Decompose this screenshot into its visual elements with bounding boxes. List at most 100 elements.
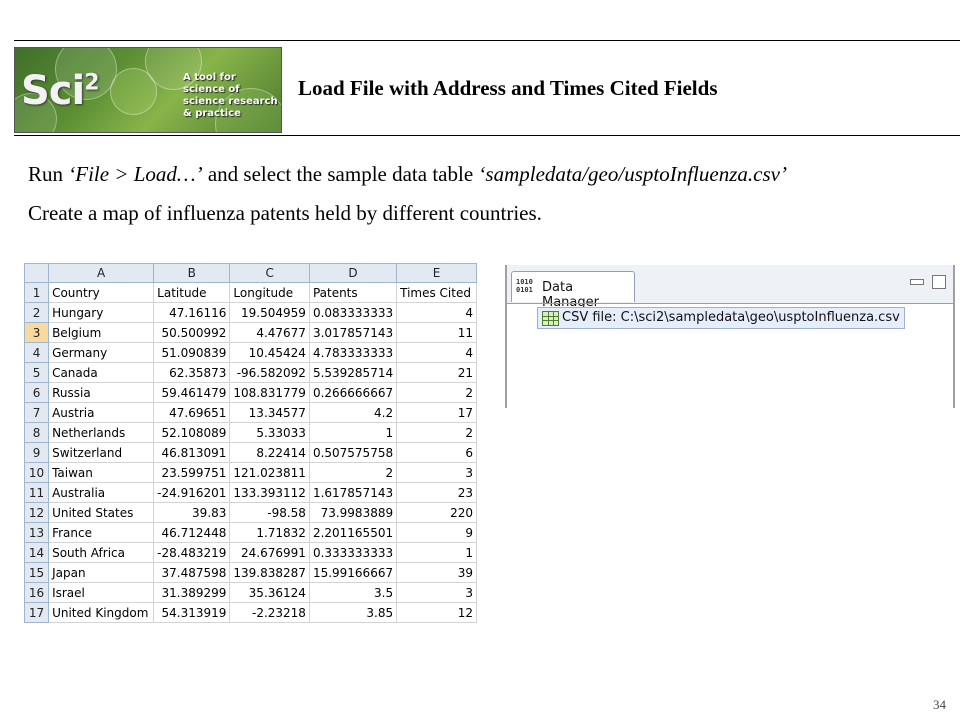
cell[interactable]: 50.500992 (153, 322, 231, 343)
cell[interactable]: 3.5 (308, 582, 398, 603)
cell[interactable]: 39.83 (153, 502, 231, 523)
cell[interactable]: 6 (396, 442, 477, 463)
cell[interactable]: 133.393112 (229, 482, 310, 503)
cell[interactable]: 59.461479 (153, 382, 231, 403)
row-header[interactable]: 1 (24, 282, 50, 303)
cell[interactable]: Longitude (229, 282, 310, 303)
row-header[interactable]: 11 (24, 482, 50, 503)
row-header[interactable]: 4 (24, 342, 50, 363)
cell[interactable]: South Africa (48, 542, 155, 563)
cell[interactable]: -98.58 (229, 502, 310, 523)
row-header[interactable]: 2 (24, 302, 50, 323)
cell[interactable]: 31.389299 (153, 582, 231, 603)
cell[interactable]: Japan (48, 562, 155, 583)
data-item-csv[interactable]: CSV file: C:\sci2\sampledata\geo\usptoIn… (537, 307, 905, 329)
row-header[interactable]: 10 (24, 462, 50, 483)
cell[interactable]: 35.36124 (229, 582, 310, 603)
cell[interactable]: Country (48, 282, 155, 303)
row-header[interactable]: 5 (24, 362, 50, 383)
cell[interactable]: 37.487598 (153, 562, 231, 583)
cell[interactable]: -28.483219 (153, 542, 231, 563)
cell[interactable]: France (48, 522, 155, 543)
row-header[interactable]: 13 (24, 522, 50, 543)
cell[interactable]: Russia (48, 382, 155, 403)
cell[interactable]: United Kingdom (48, 602, 155, 623)
cell[interactable]: 1.71832 (229, 522, 310, 543)
cell[interactable]: Latitude (153, 282, 231, 303)
column-header[interactable]: B (153, 263, 231, 283)
cell[interactable]: 2.201165501 (308, 522, 398, 543)
data-manager-tab[interactable]: 1010 0101 Data Manager (511, 271, 635, 310)
cell[interactable]: 52.108089 (153, 422, 231, 443)
cell[interactable]: 8.22414 (229, 442, 310, 463)
cell[interactable]: 46.813091 (153, 442, 231, 463)
cell[interactable]: 1 (308, 422, 398, 443)
cell[interactable]: Austria (48, 402, 155, 423)
row-header[interactable]: 15 (24, 562, 50, 583)
cell[interactable]: 2 (396, 422, 477, 443)
row-header[interactable]: 17 (24, 602, 50, 623)
cell[interactable]: 23.599751 (153, 462, 231, 483)
column-header[interactable]: C (229, 263, 310, 283)
cell[interactable]: United States (48, 502, 155, 523)
row-header[interactable]: 16 (24, 582, 50, 603)
column-header[interactable]: D (308, 263, 398, 283)
cell[interactable]: 23 (396, 482, 477, 503)
cell[interactable]: 2 (308, 462, 398, 483)
cell[interactable]: Australia (48, 482, 155, 503)
cell[interactable]: 108.831779 (229, 382, 310, 403)
column-header[interactable]: E (396, 263, 477, 283)
cell[interactable]: 220 (396, 502, 477, 523)
cell[interactable]: 0.083333333 (308, 302, 398, 323)
cell[interactable]: 4.783333333 (308, 342, 398, 363)
cell[interactable]: 5.33033 (229, 422, 310, 443)
cell[interactable]: 19.504959 (229, 302, 310, 323)
cell[interactable]: 0.333333333 (308, 542, 398, 563)
cell[interactable]: 15.99166667 (308, 562, 398, 583)
cell[interactable]: 3.017857143 (308, 322, 398, 343)
cell[interactable]: Patents (308, 282, 398, 303)
cell[interactable]: Canada (48, 362, 155, 383)
cell[interactable]: 24.676991 (229, 542, 310, 563)
cell[interactable]: Germany (48, 342, 155, 363)
cell[interactable]: Hungary (48, 302, 155, 323)
row-header[interactable]: 6 (24, 382, 50, 403)
cell[interactable]: Israel (48, 582, 155, 603)
row-header[interactable]: 9 (24, 442, 50, 463)
row-header[interactable]: 14 (24, 542, 50, 563)
cell[interactable]: 0.266666667 (308, 382, 398, 403)
cell[interactable]: -2.23218 (229, 602, 310, 623)
cell[interactable]: 139.838287 (229, 562, 310, 583)
cell[interactable]: Netherlands (48, 422, 155, 443)
cell[interactable]: 1.617857143 (308, 482, 398, 503)
cell[interactable]: 47.69651 (153, 402, 231, 423)
cell[interactable]: Belgium (48, 322, 155, 343)
row-header[interactable]: 8 (24, 422, 50, 443)
cell[interactable]: 9 (396, 522, 477, 543)
cell[interactable]: 13.34577 (229, 402, 310, 423)
cell[interactable]: 0.507575758 (308, 442, 398, 463)
column-header[interactable]: A (48, 263, 155, 283)
cell[interactable]: 10.45424 (229, 342, 310, 363)
cell[interactable]: 4 (396, 342, 477, 363)
cell[interactable]: 3 (396, 462, 477, 483)
cell[interactable]: 17 (396, 402, 477, 423)
row-header[interactable]: 12 (24, 502, 50, 523)
cell[interactable]: Times Cited (396, 282, 477, 303)
cell[interactable]: 46.712448 (153, 522, 231, 543)
cell[interactable]: 121.023811 (229, 462, 310, 483)
cell[interactable]: 1 (396, 542, 477, 563)
cell[interactable]: 21 (396, 362, 477, 383)
cell[interactable]: 3 (396, 582, 477, 603)
cell[interactable]: 4.47677 (229, 322, 310, 343)
cell[interactable]: Switzerland (48, 442, 155, 463)
cell[interactable]: 4 (396, 302, 477, 323)
cell[interactable]: 5.539285714 (308, 362, 398, 383)
select-all-corner[interactable] (24, 263, 50, 283)
cell[interactable]: 62.35873 (153, 362, 231, 383)
minimize-button[interactable] (910, 279, 924, 285)
cell[interactable]: 73.9983889 (308, 502, 398, 523)
cell[interactable]: -96.582092 (229, 362, 310, 383)
cell[interactable]: 3.85 (308, 602, 398, 623)
cell[interactable]: 12 (396, 602, 477, 623)
